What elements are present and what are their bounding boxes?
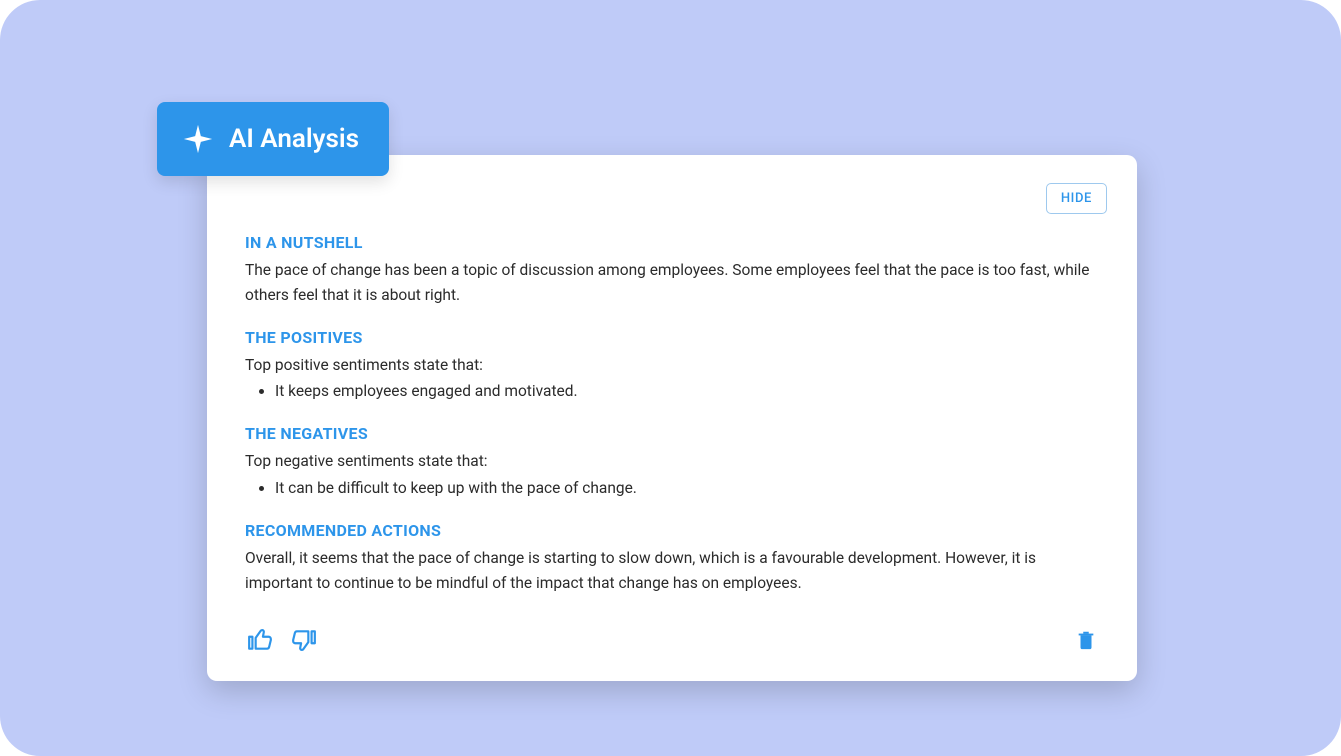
section-heading: THE POSITIVES: [245, 328, 1099, 347]
trash-icon: [1075, 627, 1097, 653]
delete-button[interactable]: [1073, 625, 1099, 655]
section-heading: THE NEGATIVES: [245, 424, 1099, 443]
bullet-item: It keeps employees engaged and motivated…: [275, 379, 1099, 404]
page-canvas: AI Analysis HIDE IN A NUTSHELL The pace …: [0, 0, 1341, 756]
section-negatives: THE NEGATIVES Top negative sentiments st…: [245, 424, 1099, 501]
section-nutshell: IN A NUTSHELL The pace of change has bee…: [245, 233, 1099, 308]
section-recommended: RECOMMENDED ACTIONS Overall, it seems th…: [245, 521, 1099, 596]
section-intro: Top positive sentiments state that:: [245, 353, 1099, 378]
thumbs-up-button[interactable]: [245, 625, 275, 655]
action-bar: [245, 625, 1099, 655]
thumbs-down-icon: [291, 627, 317, 653]
section-heading: IN A NUTSHELL: [245, 233, 1099, 252]
hide-button[interactable]: HIDE: [1046, 183, 1107, 214]
section-heading: RECOMMENDED ACTIONS: [245, 521, 1099, 540]
sparkle-icon: [181, 122, 215, 156]
section-intro: Top negative sentiments state that:: [245, 449, 1099, 474]
analysis-card: HIDE IN A NUTSHELL The pace of change ha…: [207, 155, 1137, 681]
section-bullets: It can be difficult to keep up with the …: [245, 476, 1099, 501]
feedback-actions: [245, 625, 319, 655]
bullet-item: It can be difficult to keep up with the …: [275, 476, 1099, 501]
ai-analysis-badge: AI Analysis: [157, 102, 389, 176]
thumbs-down-button[interactable]: [289, 625, 319, 655]
section-body: The pace of change has been a topic of d…: [245, 258, 1099, 308]
thumbs-up-icon: [247, 627, 273, 653]
section-positives: THE POSITIVES Top positive sentiments st…: [245, 328, 1099, 405]
ai-analysis-label: AI Analysis: [229, 124, 359, 154]
section-bullets: It keeps employees engaged and motivated…: [245, 379, 1099, 404]
section-body: Overall, it seems that the pace of chang…: [245, 546, 1099, 596]
